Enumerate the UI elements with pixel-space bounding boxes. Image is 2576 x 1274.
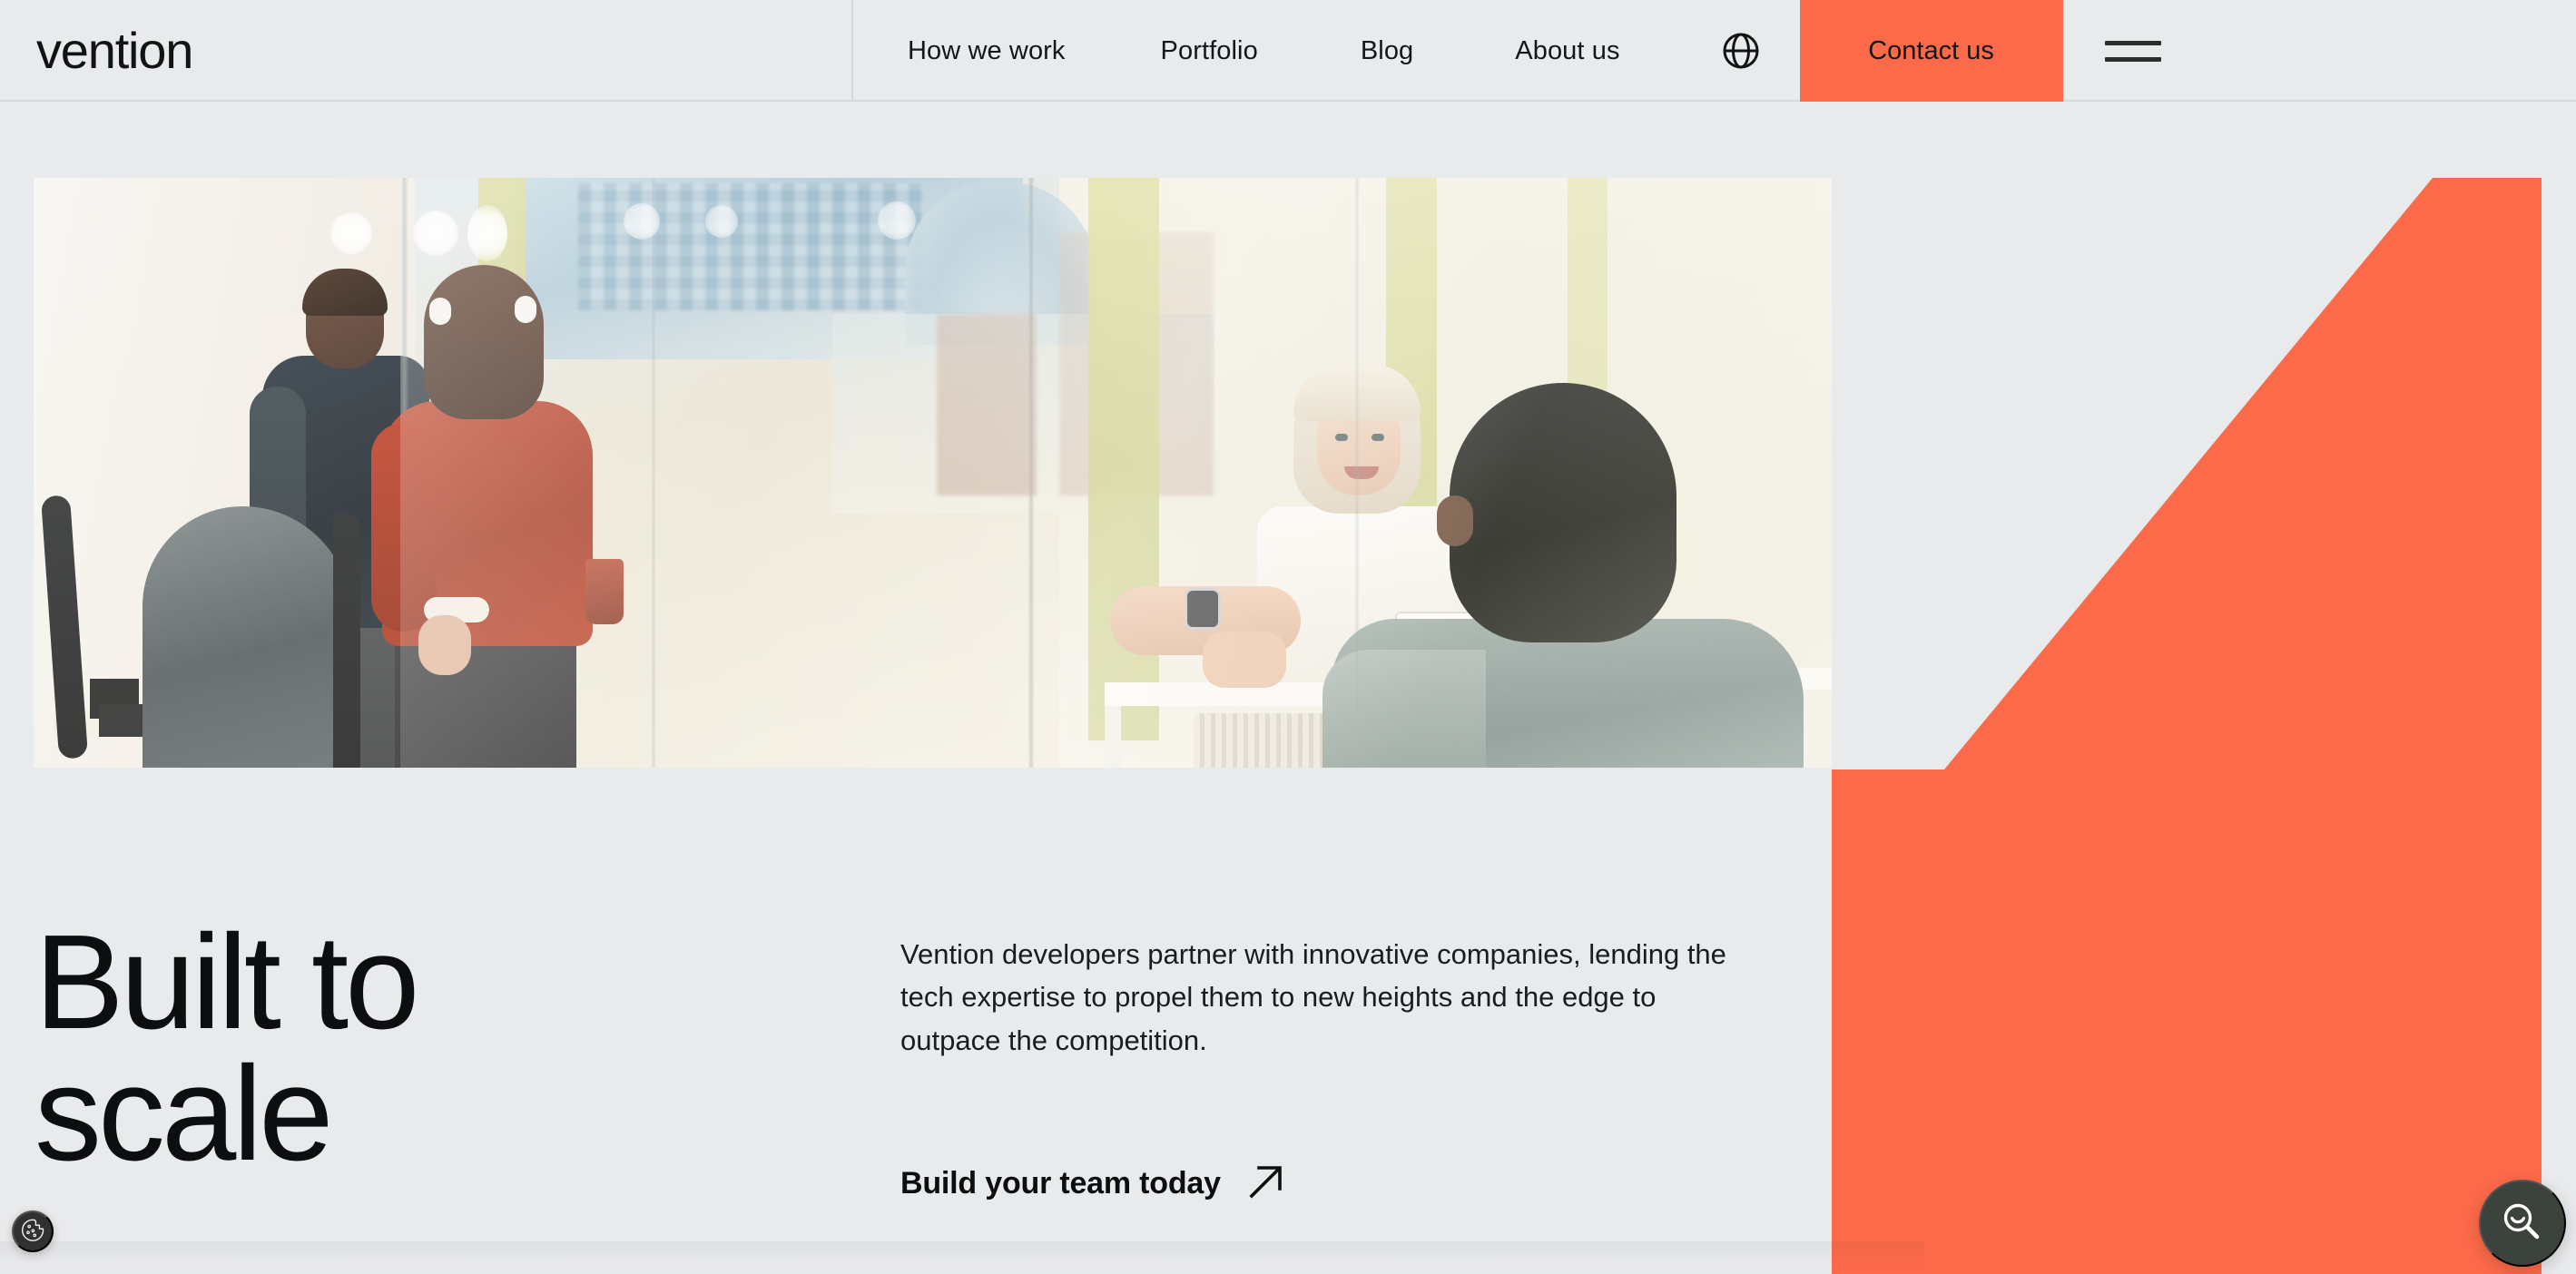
photo-ceiling-light-5 [705,205,738,238]
photo-person-3-watch [1185,588,1221,630]
photo-person-3-eye-left [1335,434,1348,441]
search-icon [2499,1199,2546,1249]
photo-window-mosaic [578,183,923,310]
photo-glass-mullion-4 [1354,178,1360,768]
contact-us-button[interactable]: Contact us [1799,0,2063,102]
nav-item-portfolio[interactable]: Portfolio [1161,36,1258,66]
photo-radiator [1194,713,1339,768]
photo-glass-mullion-2 [651,178,656,768]
search-button[interactable] [2479,1180,2566,1267]
photo-ceiling-light-4 [624,203,660,240]
photo-office-chair-back [143,506,351,768]
photo-person-2-earring-left [429,298,451,325]
photo-ceiling-light-3 [467,205,507,261]
photo-person-2-earring-right [515,296,536,323]
photo-cup-3 [585,559,624,624]
cta-label: Build your team today [900,1166,1221,1200]
globe-icon[interactable] [1715,24,1767,77]
hero-image [34,178,1832,768]
photo-brick-building-1 [937,314,1037,495]
orange-arrow-polygon [1832,178,2542,1274]
photo-person-2-hand [418,615,471,675]
site-header: vention How we work Portfolio Blog About… [0,0,2576,102]
photo-olive-column-2 [1088,178,1159,740]
photo-office-chair-edge [333,514,360,768]
cookie-icon [20,1218,45,1246]
hero-paragraph: Vention developers partner with innovati… [900,938,1726,1056]
hamburger-bar-1 [2105,40,2162,45]
photo-table-leg [1105,706,1121,768]
photo-ceiling-light-1 [330,212,372,254]
logo-text: vention [36,22,193,79]
nav-item-blog[interactable]: Blog [1361,36,1413,66]
page-fold-shadow [0,1241,1924,1274]
orange-diagonal-arrow-shape [1832,178,2576,1274]
photo-person-4-shoulder [1322,650,1486,768]
page-title: Built to scale [34,907,419,1190]
hamburger-bar-2 [2105,56,2162,62]
primary-navigation: How we work Portfolio Blog About us Cont… [853,0,2576,102]
hamburger-menu-icon[interactable] [2063,0,2204,102]
logo-link[interactable]: vention [0,0,853,102]
contact-us-label: Contact us [1868,35,1994,65]
nav-item-about-us[interactable]: About us [1515,36,1619,66]
build-your-team-cta[interactable]: Build your team today [900,1163,1284,1204]
photo-ceiling-light-2 [413,211,458,256]
photo-glass-mullion-3 [1027,178,1035,768]
cookie-settings-button[interactable] [12,1210,54,1252]
arrow-up-right-icon [1248,1163,1284,1204]
photo-ceiling-light-6 [878,201,916,240]
nav-item-how-we-work[interactable]: How we work [908,36,1066,66]
photo-person-3-eye-right [1372,434,1384,441]
page-root: vention How we work Portfolio Blog About… [0,0,2576,1274]
photo-person-4-head [1450,383,1676,642]
photo-person-2-hair [424,265,544,419]
photo-person-4-ear [1437,495,1473,546]
photo-person-3-hand [1203,632,1286,688]
